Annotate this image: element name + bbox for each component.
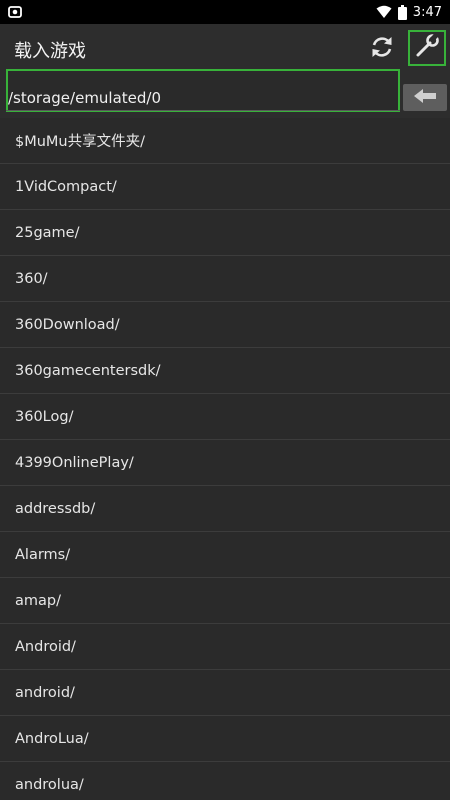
list-item[interactable]: Android/: [0, 624, 450, 670]
list-item[interactable]: 4399OnlinePlay/: [0, 440, 450, 486]
list-item[interactable]: 360/: [0, 256, 450, 302]
tools-button[interactable]: [408, 30, 446, 66]
refresh-button[interactable]: [367, 34, 397, 64]
screenshot-icon: [8, 5, 22, 19]
list-item[interactable]: 25game/: [0, 210, 450, 256]
arrow-left-icon: [412, 88, 438, 108]
app-toolbar: 载入游戏: [0, 24, 450, 72]
list-item[interactable]: 360Log/: [0, 394, 450, 440]
list-item[interactable]: Alarms/: [0, 532, 450, 578]
page-title: 载入游戏: [14, 41, 86, 62]
list-item[interactable]: android/: [0, 670, 450, 716]
list-item[interactable]: amap/: [0, 578, 450, 624]
list-item[interactable]: AndroLua/: [0, 716, 450, 762]
back-button[interactable]: [403, 84, 447, 111]
list-item[interactable]: $MuMu共享文件夹/: [0, 118, 450, 164]
path-underline: [6, 110, 400, 111]
list-item[interactable]: addressdb/: [0, 486, 450, 532]
battery-icon: [397, 4, 407, 20]
wrench-icon: [414, 33, 440, 63]
wifi-icon: [376, 5, 392, 19]
refresh-icon: [369, 34, 395, 64]
path-input[interactable]: [6, 69, 400, 112]
status-bar: 3:47: [0, 0, 450, 24]
list-item[interactable]: 360Download/: [0, 302, 450, 348]
list-item[interactable]: 1VidCompact/: [0, 164, 450, 210]
list-item[interactable]: 360gamecentersdk/: [0, 348, 450, 394]
file-list: $MuMu共享文件夹/ 1VidCompact/ 25game/ 360/ 36…: [0, 118, 450, 800]
status-time: 3:47: [412, 4, 442, 20]
list-item[interactable]: androlua/: [0, 762, 450, 800]
